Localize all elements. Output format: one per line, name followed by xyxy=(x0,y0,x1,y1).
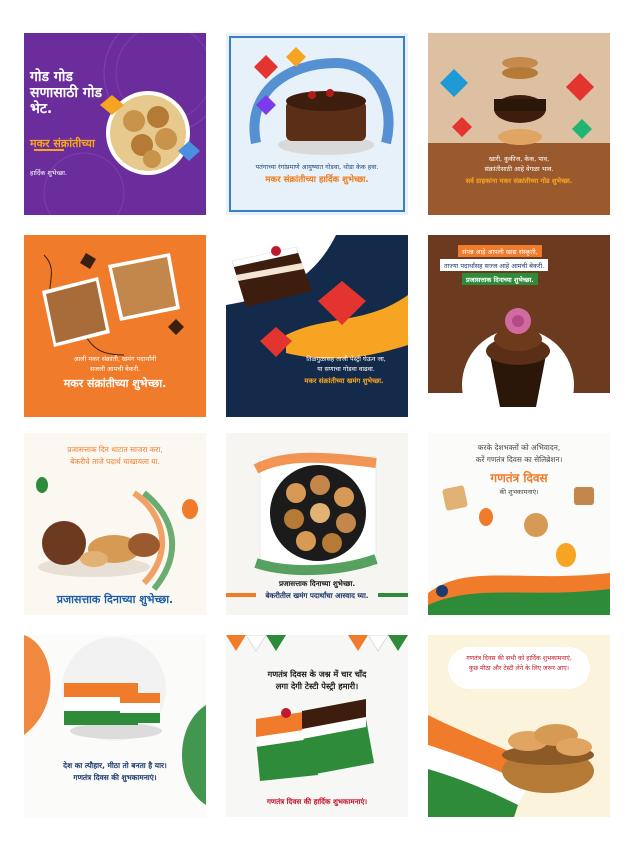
card-1-subtitle: हार्दिक शुभेच्छा. xyxy=(30,169,68,177)
card-7-line1: प्रजासत्ताक दिन थाटात साजरा करा, xyxy=(67,445,163,454)
card-10-line2: गणतंत्र दिवस की शुभकामनाएं। xyxy=(73,773,157,782)
flag-icon xyxy=(436,585,448,597)
card-10-line1: देश का त्यौहार, मीठा तो बनता है यार। xyxy=(63,761,167,770)
card-8-line2: बेकरीतील खमंग पदार्थांचा आस्वाद घ्या. xyxy=(265,591,369,600)
card-11-line2: लगा देगी टेस्टी पेस्ट्री हमारी। xyxy=(275,681,359,691)
card-9-line1: करके देशभक्तों को अभिवादन, xyxy=(477,443,561,452)
card-9-subtitle: की शुभकामनाएं। xyxy=(499,488,539,496)
card-6-line1: संपन्न आहे आपली खाद्य संस्कृती, xyxy=(458,245,542,257)
card-12-republic-day-croissants[interactable]: गणतंत्र दिवस की सभी को हार्दिक शुभकामनाए… xyxy=(428,635,610,817)
card-1-makar-sankranti-cookies[interactable]: गोड गोड सणासाठी गोड भेट. मकर संक्रांतीच्… xyxy=(24,33,206,215)
card-9-republic-day-sweets[interactable]: करके देशभक्तों को अभिवादन, करें गणतंत्र … xyxy=(428,433,610,615)
card-5-makar-sankranti-pastry[interactable]: तिळगुळासह ताजी पेस्ट्री घेऊन जा, या सणाच… xyxy=(226,235,408,417)
card-9-line2: करें गणतंत्र दिवस का सेलिब्रेशन। xyxy=(475,455,563,464)
card-5-line1: तिळगुळासह ताजी पेस्ट्री घेऊन जा, xyxy=(306,355,386,363)
chocolate-cake-image xyxy=(278,89,374,155)
card-6-line2: ताज्या पदार्थांसह सज्ज आहे आमची बेकरी. xyxy=(440,259,549,271)
card-11-title: गणतंत्र दिवस की हार्दिक शुभकामनाएं। xyxy=(266,797,368,806)
card-2-background xyxy=(226,33,408,215)
card-10-background xyxy=(24,635,206,817)
card-7-title: प्रजासत्ताक दिनाच्या शुभेच्छा. xyxy=(56,593,174,606)
card-9-title: गणतंत्र दिवस xyxy=(490,471,548,485)
card-4-makar-sankranti-orange[interactable]: आली मकर संक्रांती, खमंग पदार्थांनी सजली … xyxy=(24,235,206,417)
card-3-background xyxy=(428,33,610,215)
card-5-background xyxy=(226,235,408,417)
card-3-line2: संक्रांतीसाठी आहे वेगळा भाव. xyxy=(484,165,554,173)
card-1-headline: गोड गोड सणासाठी गोड भेट. xyxy=(30,69,102,118)
card-8-republic-day-cookies[interactable]: प्रजासत्ताक दिनाच्या शुभेच्छा. बेकरीतील … xyxy=(226,433,408,615)
card-6-republic-day-cupcake[interactable]: संपन्न आहे आपली खाद्य संस्कृती, ताज्या प… xyxy=(428,235,610,417)
card-11-line1: गणतंत्र दिवस के जश्न में चार चाँद xyxy=(267,669,367,679)
card-11-republic-day-pastry[interactable]: गणतंत्र दिवस के जश्न में चार चाँद लगा दे… xyxy=(226,635,408,817)
card-12-line2: कुछ मीठा और टेस्टी लेने के लिए जरूर आए। xyxy=(468,665,570,672)
cookie-plate-image xyxy=(270,465,366,561)
card-2-line1: पतंगाच्या रंगांप्रमाणे आयुष्यात गोडवा, थ… xyxy=(255,163,379,171)
card-7-line2: बेकरीचे ताजे पदार्थ चाखायला या. xyxy=(70,457,160,466)
card-6-title: प्रजासत्ताक दिनाच्या शुभेच्छा. xyxy=(462,273,538,285)
card-11-background xyxy=(226,635,408,817)
card-3-title: सर्व ग्राहकांना मकर संक्रांतीच्या गोड शु… xyxy=(465,177,573,185)
card-4-line1: आली मकर संक्रांती, खमंग पदार्थांनी xyxy=(73,355,157,363)
card-8-line1: प्रजासत्ताक दिनाच्या शुभेच्छा. xyxy=(278,579,356,588)
card-10-republic-day-tricolor-cake[interactable]: देश का त्यौहार, मीठा तो बनता है यार। गणत… xyxy=(24,635,206,817)
card-2-makar-sankranti-cake[interactable]: पतंगाच्या रंगांप्रमाणे आयुष्यात गोडवा, थ… xyxy=(226,33,408,215)
card-1-background xyxy=(24,33,206,215)
card-12-line1: गणतंत्र दिवस की सभी को हार्दिक शुभकामनाए… xyxy=(466,655,572,662)
card-5-line2: या सणाचा गोडवा वाढवा. xyxy=(317,365,375,373)
card-2-title: मकर संक्रांतीच्या हार्दिक शुभेच्छा. xyxy=(265,175,369,185)
card-5-title: मकर संक्रांतीच्या खमंग शुभेच्छा. xyxy=(304,377,384,385)
card-3-line1: खारी, कुकीज, केक, पाव, xyxy=(488,155,550,163)
card-3-makar-sankranti-bakery[interactable]: खारी, कुकीज, केक, पाव, संक्रांतीसाठी आहे… xyxy=(428,33,610,215)
card-4-line2: सजली आमची बेकरी. xyxy=(89,365,141,373)
card-1-title: मकर संक्रांतीच्या xyxy=(30,137,95,150)
tricolor-cake-image xyxy=(62,637,166,741)
card-7-republic-day-breads[interactable]: प्रजासत्ताक दिन थाटात साजरा करा, बेकरीचे… xyxy=(24,433,206,615)
card-4-title: मकर संक्रांतीच्या शुभेच्छा. xyxy=(63,377,167,390)
